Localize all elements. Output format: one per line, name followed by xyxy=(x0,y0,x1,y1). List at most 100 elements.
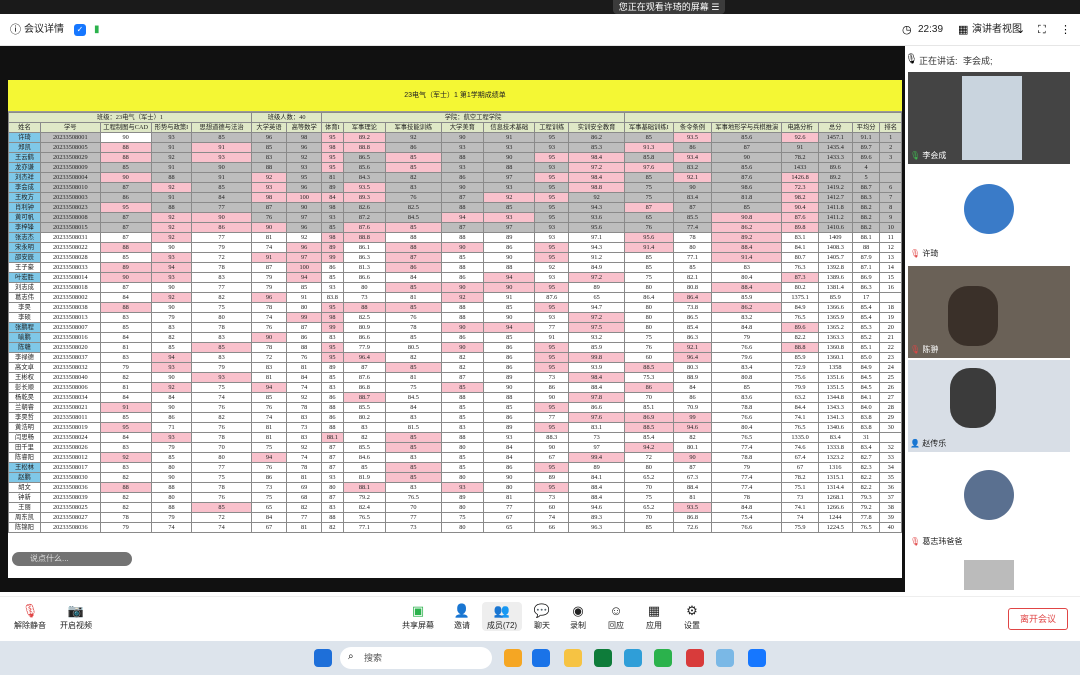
score-cell[interactable]: 79 xyxy=(191,362,252,373)
score-cell[interactable]: 86 xyxy=(321,262,344,273)
score-cell[interactable]: 87.2 xyxy=(342,212,387,223)
score-cell[interactable]: 74.6 xyxy=(781,442,819,453)
student-name-cell[interactable]: 李硕 xyxy=(8,312,41,323)
score-cell[interactable]: 75.9 xyxy=(781,522,819,533)
score-cell[interactable]: 82 xyxy=(385,352,442,363)
score-cell[interactable]: 88 xyxy=(483,162,536,173)
score-cell[interactable]: 91 xyxy=(483,132,536,143)
score-cell[interactable]: 72.3 xyxy=(781,182,819,193)
score-cell[interactable]: 85.5 xyxy=(672,212,713,223)
score-cell[interactable]: 93 xyxy=(191,372,252,383)
score-cell[interactable]: 87 xyxy=(623,202,674,213)
student-name-cell[interactable]: 李昊 xyxy=(8,302,41,313)
score-cell[interactable]: 78.2 xyxy=(781,472,819,483)
score-cell[interactable]: 95 xyxy=(534,282,570,293)
score-cell[interactable]: 26 xyxy=(879,382,902,393)
score-cell[interactable]: 84 xyxy=(99,392,152,403)
score-cell[interactable]: 81.3 xyxy=(342,262,387,273)
score-cell[interactable]: 81 xyxy=(385,292,442,303)
score-cell[interactable]: 77 xyxy=(534,322,570,333)
score-cell[interactable]: 98 xyxy=(321,202,344,213)
chevron-down-icon[interactable]: ⌄ xyxy=(1016,23,1025,37)
score-cell[interactable]: 94.2 xyxy=(623,442,674,453)
score-cell[interactable]: 97.6 xyxy=(568,412,625,423)
score-cell[interactable]: 88.4 xyxy=(568,482,625,493)
score-cell[interactable]: 83.8 xyxy=(851,412,881,423)
score-cell[interactable]: 94 xyxy=(440,212,485,223)
score-cell[interactable]: 85 xyxy=(483,302,536,313)
score-cell[interactable]: 84 xyxy=(483,452,536,463)
score-cell[interactable]: 80.5 xyxy=(385,342,442,353)
score-cell[interactable]: 1392.8 xyxy=(817,262,853,273)
score-cell[interactable]: 80.1 xyxy=(672,442,713,453)
student-id-cell[interactable]: 20233508014 xyxy=(39,272,101,283)
score-cell[interactable]: 94 xyxy=(250,382,288,393)
score-cell[interactable]: 70.9 xyxy=(672,402,713,413)
student-name-cell[interactable]: 田千里 xyxy=(8,442,41,453)
student-id-cell[interactable]: 20233508007 xyxy=(39,322,101,333)
score-cell[interactable]: 85 xyxy=(99,162,152,173)
score-cell[interactable]: 86.9 xyxy=(851,272,881,283)
score-cell[interactable]: 1344.8 xyxy=(817,392,853,403)
score-cell[interactable]: 75 xyxy=(623,192,674,203)
score-cell[interactable]: 70 xyxy=(191,442,252,453)
score-cell[interactable]: 85.9 xyxy=(817,292,853,303)
score-cell[interactable]: 81 xyxy=(672,492,713,503)
folder-icon[interactable] xyxy=(564,649,582,667)
score-cell[interactable]: 85 xyxy=(483,332,536,343)
score-cell[interactable]: 88.1 xyxy=(342,482,387,493)
score-cell[interactable]: 91 xyxy=(483,292,536,303)
score-cell[interactable]: 76.5 xyxy=(781,422,819,433)
score-cell[interactable]: 76 xyxy=(250,402,288,413)
score-cell[interactable]: 94.3 xyxy=(568,202,625,213)
score-cell[interactable]: 75 xyxy=(191,472,252,483)
score-cell[interactable]: 92 xyxy=(286,152,323,163)
student-id-cell[interactable]: 20233508040 xyxy=(39,372,101,383)
score-cell[interactable]: 83.8 xyxy=(851,422,881,433)
score-cell[interactable]: 92 xyxy=(150,292,193,303)
score-cell[interactable]: 86 xyxy=(623,382,674,393)
student-name-cell[interactable]: 彭长顺 xyxy=(8,382,41,393)
score-cell[interactable]: 94 xyxy=(150,262,193,273)
score-cell[interactable]: 80.4 xyxy=(711,272,783,283)
score-cell[interactable]: 98 xyxy=(286,132,323,143)
student-name-cell[interactable]: 叶宏胜 xyxy=(8,272,41,283)
student-id-cell[interactable]: 20233508015 xyxy=(39,222,101,233)
score-cell[interactable]: 97 xyxy=(286,252,323,263)
score-cell[interactable]: 1412.7 xyxy=(817,192,853,203)
score-cell[interactable]: 93 xyxy=(321,472,344,483)
score-cell[interactable]: 82 xyxy=(321,522,344,533)
participant-tile[interactable] xyxy=(908,554,1070,592)
score-cell[interactable]: 93 xyxy=(250,182,288,193)
score-cell[interactable]: 85 xyxy=(385,462,442,473)
score-cell[interactable]: 1405.7 xyxy=(817,252,853,263)
score-cell[interactable]: 99 xyxy=(672,412,713,423)
student-name-cell[interactable]: 胡文 xyxy=(8,482,41,493)
score-cell[interactable]: 92 xyxy=(150,232,193,243)
score-cell[interactable]: 94 xyxy=(286,272,323,283)
score-cell[interactable]: 75.4 xyxy=(711,512,783,523)
score-cell[interactable]: 75.6 xyxy=(781,372,819,383)
score-cell[interactable]: 27 xyxy=(879,392,902,403)
score-cell[interactable]: 85 xyxy=(440,402,485,413)
student-id-cell[interactable]: 20233508027 xyxy=(39,512,101,523)
score-cell[interactable]: 77.9 xyxy=(342,342,387,353)
student-name-cell[interactable]: 兰朝睿 xyxy=(8,402,41,413)
score-cell[interactable]: 73 xyxy=(250,482,288,493)
score-cell[interactable]: 90 xyxy=(99,272,152,283)
score-cell[interactable]: 80 xyxy=(150,492,193,503)
score-cell[interactable]: 86 xyxy=(250,472,288,483)
score-cell[interactable]: 90 xyxy=(150,472,193,483)
grid-icon[interactable]: ⋮ xyxy=(1060,23,1071,37)
score-cell[interactable]: 87 xyxy=(672,462,713,473)
score-cell[interactable]: 81 xyxy=(99,342,152,353)
score-cell[interactable]: 88 xyxy=(150,202,193,213)
score-cell[interactable]: 98.4 xyxy=(568,372,625,383)
score-cell[interactable]: 88 xyxy=(440,262,485,273)
score-cell[interactable]: 87.1 xyxy=(851,262,881,273)
score-cell[interactable]: 81 xyxy=(286,522,323,533)
score-cell[interactable]: 79.2 xyxy=(342,492,387,503)
score-cell[interactable]: 75 xyxy=(623,272,674,283)
score-cell[interactable]: 72.9 xyxy=(781,362,819,373)
score-cell[interactable]: 74 xyxy=(250,312,288,323)
